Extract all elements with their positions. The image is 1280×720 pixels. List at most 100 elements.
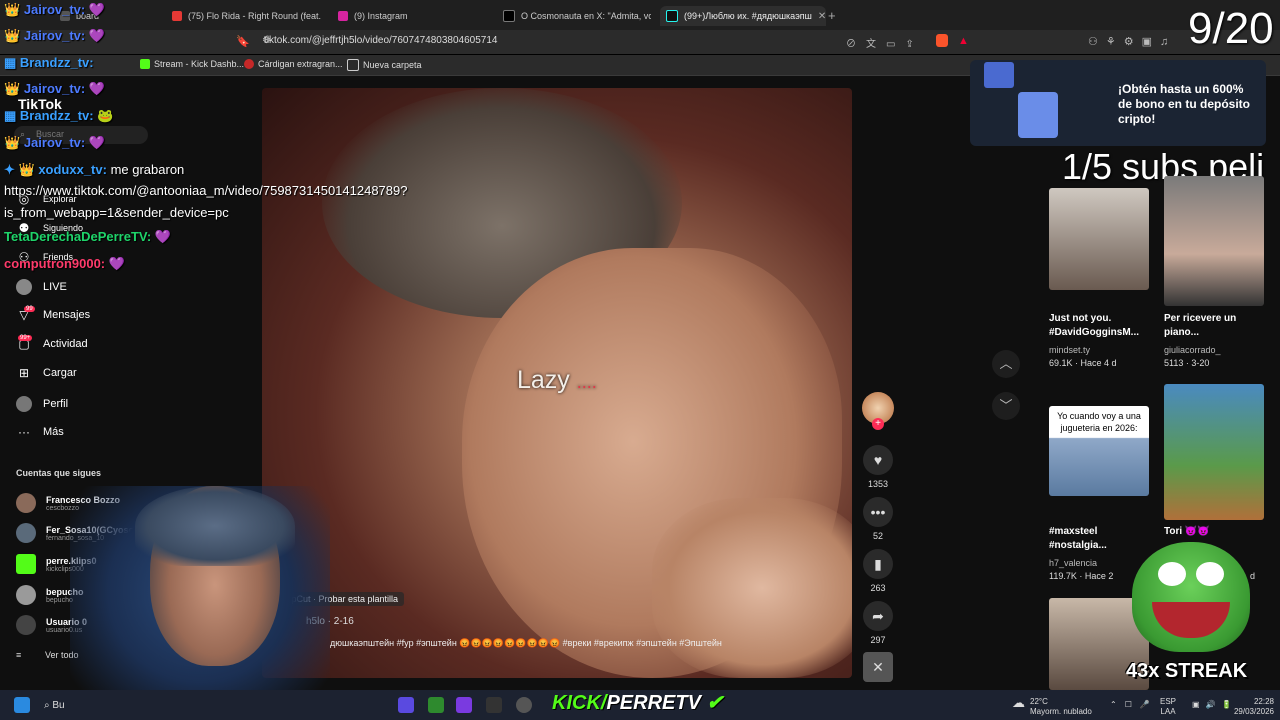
- nav-mas[interactable]: ··· Más: [16, 425, 64, 439]
- nav-cargar[interactable]: ⊞ Cargar: [16, 366, 77, 380]
- chat-line: 👑 Jairov_tv: 💜: [4, 135, 106, 150]
- pepe-eye: [1158, 562, 1186, 586]
- save-button[interactable]: ▮ 263: [862, 549, 894, 593]
- bookmark-label: Stream - Kick Dashb...: [154, 59, 245, 69]
- avatar: [16, 615, 36, 635]
- bookmark-label: Cárdigan extragran...: [258, 59, 343, 69]
- weather-icon: ☁: [1012, 695, 1025, 710]
- chat-emote: 💜: [108, 256, 125, 271]
- live-icon: [16, 279, 32, 295]
- messages-badge: 99: [24, 306, 35, 312]
- close-icon[interactable]: ✕: [818, 11, 826, 22]
- share-count: 297: [870, 635, 886, 645]
- bookmark-icon: ▮: [863, 549, 893, 579]
- taskbar-app-icon[interactable]: [398, 697, 414, 713]
- grid-title[interactable]: Per ricevere un piano...: [1164, 312, 1260, 340]
- comment-icon: •••: [863, 497, 893, 527]
- chat-emote: 🐸: [97, 108, 114, 123]
- address-actions[interactable]: ⊘文▭⇪: [846, 35, 924, 50]
- bookmark-cardigan[interactable]: Cárdigan extragran...: [244, 59, 343, 69]
- taskbar-app-icon[interactable]: [428, 697, 444, 713]
- chat-line: is_from_webapp=1&sender_device=pc: [4, 205, 229, 220]
- grid-thumb[interactable]: [1164, 384, 1264, 520]
- grid-stat: d: [1250, 571, 1256, 581]
- bookmark-icon[interactable]: 🔖: [236, 35, 250, 48]
- chat-emote: 💜: [88, 135, 106, 150]
- nav-label: Mensajes: [43, 309, 91, 321]
- taskbar-app-icon[interactable]: [486, 697, 502, 713]
- lang-layout: LAA: [1160, 707, 1176, 716]
- avatar: [16, 523, 36, 543]
- chat-emote: 💜: [154, 229, 171, 244]
- verified-icon: ✔: [706, 692, 724, 714]
- streamer-hair: [135, 486, 295, 566]
- chat-message: me grabaron: [110, 162, 185, 177]
- taskbar-app-icon[interactable]: [516, 697, 532, 713]
- caption-dots: ....: [576, 372, 597, 392]
- tiktok-icon: [666, 10, 678, 22]
- kick-username: PERRETV: [606, 692, 701, 714]
- clock[interactable]: 22:28 29/03/2026: [1226, 697, 1274, 717]
- tab-tiktok-active[interactable]: (99+)Люблю их. #дядюшкаэпш ✕: [660, 6, 826, 26]
- tab-youtube[interactable]: (75) Flo Rida - Right Round (feat. Ke$: [172, 6, 322, 26]
- tab-x[interactable]: O Cosmonauta en X: "Admita, você c: [503, 6, 651, 26]
- chat-emote: 💜: [88, 28, 106, 43]
- like-button[interactable]: ♥ 1353: [862, 445, 894, 489]
- bookmark-kick[interactable]: Stream - Kick Dashb...: [140, 59, 244, 69]
- tray-icons[interactable]: ⌃☐🎤: [1110, 700, 1158, 710]
- folder-icon: [347, 59, 359, 71]
- grid-stat: 119.7K · Hace 2: [1049, 571, 1114, 581]
- grid-title[interactable]: Just not you. #DavidGogginsM...: [1049, 312, 1145, 340]
- nav-label: Cargar: [43, 367, 77, 379]
- pepe-emote: [1132, 542, 1250, 652]
- language-indicator[interactable]: ESP LAA: [1160, 697, 1176, 717]
- url-field[interactable]: tiktok.com/@jeffrtjh5lo/video/7607474803…: [264, 35, 497, 46]
- grid-author[interactable]: mindset.ty: [1049, 345, 1090, 355]
- nav-perfil[interactable]: Perfil: [16, 396, 68, 412]
- clock-date: 29/03/2026: [1233, 707, 1274, 716]
- comment-button[interactable]: ••• 52: [862, 497, 894, 541]
- like-count: 1353: [867, 479, 889, 489]
- chat-user: Jairov_tv:: [23, 81, 86, 96]
- chat-line: ✦ 👑 xoduxx_tv: me grabaron: [4, 162, 185, 177]
- profile-icon: [16, 396, 32, 412]
- chat-user: xoduxx_tv:: [38, 162, 107, 177]
- chat-line: ▦ Brandzz_tv: 🐸: [4, 108, 114, 123]
- brave-rewards-icon[interactable]: ▲: [958, 35, 969, 47]
- weather-text: Mayorm. nublado: [1030, 707, 1092, 716]
- chat-line: 👑 Jairov_tv: 💜: [4, 2, 106, 17]
- weather-temp: 22°C: [1030, 697, 1048, 706]
- tab-instagram[interactable]: (9) Instagram: [338, 6, 488, 26]
- new-tab-icon[interactable]: +: [828, 8, 836, 23]
- chat-user: computron9000:: [4, 256, 106, 271]
- more-icon: ···: [18, 425, 30, 439]
- grid-title[interactable]: Tori 😈😈: [1164, 525, 1260, 539]
- streak-counter: 43x STREAK: [1126, 660, 1248, 682]
- extensions-icons[interactable]: ⚇⚘⚙▣♫: [1088, 35, 1176, 48]
- chat-line: 👑 Jairov_tv: 💜: [4, 81, 106, 96]
- brave-shield-icon[interactable]: [936, 34, 948, 47]
- follow-plus-icon[interactable]: +: [872, 418, 884, 430]
- avatar: [16, 493, 36, 513]
- nav-label: LIVE: [43, 281, 67, 293]
- previous-video-button[interactable]: ︿: [992, 350, 1020, 378]
- grid-thumb[interactable]: [1049, 188, 1149, 290]
- next-video-button[interactable]: ﹀: [992, 392, 1020, 420]
- grid-author[interactable]: h7_valencia: [1049, 558, 1097, 568]
- music-disc-icon: ✕: [863, 652, 893, 682]
- grid-title[interactable]: #maxsteel #nostalgia...: [1049, 525, 1145, 553]
- windows-start-icon[interactable]: [14, 697, 30, 713]
- grid-thumb[interactable]: [1164, 176, 1264, 306]
- nav-live[interactable]: LIVE: [16, 279, 67, 295]
- weather-widget[interactable]: 22°C Mayorm. nublado: [1030, 697, 1092, 717]
- sound-disc[interactable]: ✕: [862, 652, 894, 686]
- youtube-icon: [172, 11, 182, 21]
- share-button[interactable]: ➦ 297: [862, 601, 894, 645]
- taskbar-app-icon[interactable]: [456, 697, 472, 713]
- taskbar-search[interactable]: ⌕ Bu: [44, 700, 65, 711]
- heart-icon: ♥: [863, 445, 893, 475]
- bookmark-folder[interactable]: Nueva carpeta: [347, 59, 422, 71]
- grid-author[interactable]: giuliacorrado_: [1164, 345, 1221, 355]
- tab-title: (75) Flo Rida - Right Round (feat. Ke$: [188, 11, 322, 21]
- chat-user: Jairov_tv:: [23, 2, 86, 17]
